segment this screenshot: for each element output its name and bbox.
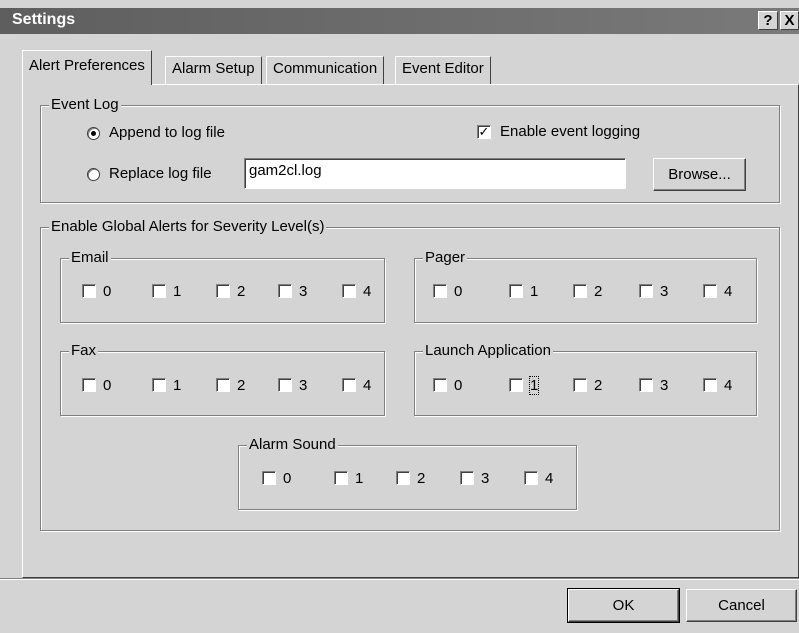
- fax-level-0-checkbox[interactable]: [82, 378, 96, 392]
- pager-level-0-label[interactable]: 0: [454, 283, 462, 300]
- fax-level-4-label[interactable]: 4: [363, 377, 371, 394]
- alarm-sound-legend: Alarm Sound: [247, 436, 338, 453]
- launch-level-4-checkbox[interactable]: [703, 378, 717, 392]
- fax-legend: Fax: [69, 342, 99, 359]
- alarm-level-1-label[interactable]: 1: [355, 470, 363, 487]
- alarm-level-1-checkbox[interactable]: [334, 471, 348, 485]
- tab-alert-preferences[interactable]: Alert Preferences: [22, 50, 152, 85]
- footer-divider: [0, 578, 799, 580]
- event-log-legend: Event Log: [49, 96, 121, 113]
- pager-level-0-checkbox[interactable]: [433, 284, 447, 298]
- fax-level-0-label[interactable]: 0: [103, 377, 111, 394]
- enable-logging-label[interactable]: Enable event logging: [500, 123, 640, 140]
- email-level-4-checkbox[interactable]: [342, 284, 356, 298]
- launch-level-3-label[interactable]: 3: [660, 377, 668, 394]
- global-alerts-group: Enable Global Alerts for Severity Level(…: [40, 218, 780, 531]
- launch-level-0-checkbox[interactable]: [433, 378, 447, 392]
- pager-level-1-label[interactable]: 1: [530, 283, 538, 300]
- email-level-1-label[interactable]: 1: [173, 283, 181, 300]
- title-bar[interactable]: Settings ? X: [0, 8, 799, 34]
- fax-level-1-label[interactable]: 1: [173, 377, 181, 394]
- launch-application-group: Launch Application 0 1 2 3 4: [414, 342, 757, 416]
- launch-level-1-checkbox[interactable]: [509, 378, 523, 392]
- pager-level-2-checkbox[interactable]: [573, 284, 587, 298]
- global-alerts-legend: Enable Global Alerts for Severity Level(…: [49, 218, 327, 235]
- fax-level-4-checkbox[interactable]: [342, 378, 356, 392]
- tab-event-editor[interactable]: Event Editor: [395, 56, 491, 84]
- replace-label[interactable]: Replace log file: [109, 165, 212, 182]
- enable-logging-checkbox[interactable]: ✓: [477, 125, 491, 139]
- pager-level-4-label[interactable]: 4: [724, 283, 732, 300]
- pager-level-4-checkbox[interactable]: [703, 284, 717, 298]
- launch-level-2-label[interactable]: 2: [594, 377, 602, 394]
- fax-level-3-checkbox[interactable]: [278, 378, 292, 392]
- fax-level-3-label[interactable]: 3: [299, 377, 307, 394]
- help-button[interactable]: ?: [758, 11, 778, 30]
- email-group: Email 0 1 2 3 4: [60, 249, 385, 323]
- fax-level-1-checkbox[interactable]: [152, 378, 166, 392]
- fax-group: Fax 0 1 2 3 4: [60, 342, 385, 416]
- pager-level-1-checkbox[interactable]: [509, 284, 523, 298]
- close-button[interactable]: X: [780, 11, 799, 30]
- alarm-level-2-label[interactable]: 2: [417, 470, 425, 487]
- launch-level-1-label[interactable]: 1: [528, 376, 540, 395]
- fax-level-2-checkbox[interactable]: [216, 378, 230, 392]
- email-level-0-checkbox[interactable]: [82, 284, 96, 298]
- email-level-3-checkbox[interactable]: [278, 284, 292, 298]
- email-level-0-label[interactable]: 0: [103, 283, 111, 300]
- settings-dialog: Settings ? X Alert Preferences Alarm Set…: [0, 0, 799, 633]
- alarm-level-3-checkbox[interactable]: [460, 471, 474, 485]
- replace-radio[interactable]: [87, 168, 100, 181]
- log-filename-input[interactable]: gam2cl.log: [244, 158, 626, 189]
- launch-level-2-checkbox[interactable]: [573, 378, 587, 392]
- pager-group: Pager 0 1 2 3 4: [414, 249, 757, 323]
- launch-application-legend: Launch Application: [423, 342, 553, 359]
- alarm-level-0-label[interactable]: 0: [283, 470, 291, 487]
- alarm-level-4-label[interactable]: 4: [545, 470, 553, 487]
- fax-level-2-label[interactable]: 2: [237, 377, 245, 394]
- tab-communication[interactable]: Communication: [266, 56, 385, 84]
- alarm-level-3-label[interactable]: 3: [481, 470, 489, 487]
- alarm-sound-group: Alarm Sound 0 1 2 3 4: [238, 436, 577, 510]
- tab-alarm-setup[interactable]: Alarm Setup: [165, 56, 262, 84]
- email-level-1-checkbox[interactable]: [152, 284, 166, 298]
- window-title: Settings: [12, 11, 76, 28]
- browse-button[interactable]: Browse...: [653, 158, 746, 191]
- pager-legend: Pager: [423, 249, 468, 266]
- email-level-2-checkbox[interactable]: [216, 284, 230, 298]
- pager-level-2-label[interactable]: 2: [594, 283, 602, 300]
- alarm-level-2-checkbox[interactable]: [396, 471, 410, 485]
- pager-level-3-label[interactable]: 3: [660, 283, 668, 300]
- ok-button[interactable]: OK: [567, 588, 680, 623]
- event-log-group: Event Log Append to log file ✓ Enable ev…: [40, 96, 780, 203]
- email-legend: Email: [69, 249, 111, 266]
- email-level-3-label[interactable]: 3: [299, 283, 307, 300]
- email-level-2-label[interactable]: 2: [237, 283, 245, 300]
- alarm-level-4-checkbox[interactable]: [524, 471, 538, 485]
- launch-level-4-label[interactable]: 4: [724, 377, 732, 394]
- pager-level-3-checkbox[interactable]: [639, 284, 653, 298]
- append-radio[interactable]: [87, 127, 100, 140]
- alarm-level-0-checkbox[interactable]: [262, 471, 276, 485]
- launch-level-3-checkbox[interactable]: [639, 378, 653, 392]
- cancel-button[interactable]: Cancel: [686, 589, 797, 622]
- email-level-4-label[interactable]: 4: [363, 283, 371, 300]
- launch-level-0-label[interactable]: 0: [454, 377, 462, 394]
- append-label[interactable]: Append to log file: [109, 124, 225, 141]
- alert-preferences-panel: Event Log Append to log file ✓ Enable ev…: [22, 84, 799, 578]
